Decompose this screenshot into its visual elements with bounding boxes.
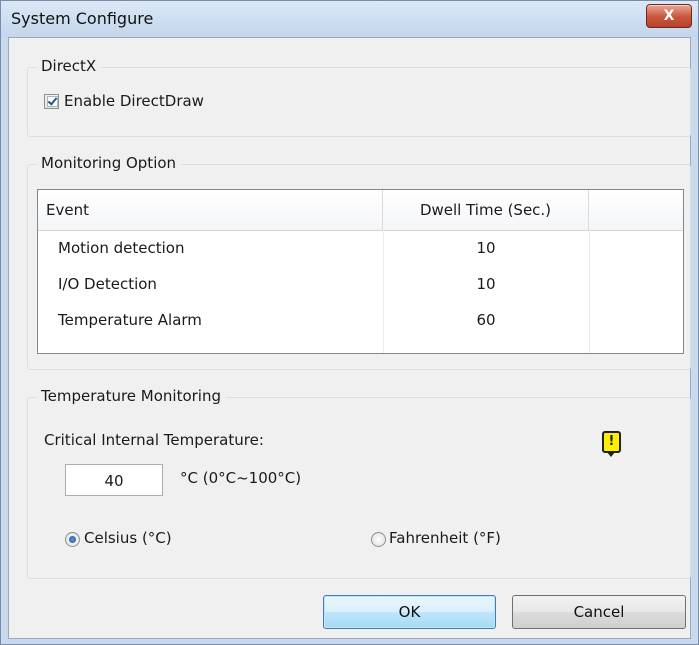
window-title: System Configure	[11, 9, 154, 28]
close-icon: X	[663, 8, 675, 24]
table-row[interactable]: I/O Detection 10	[38, 266, 683, 302]
close-button[interactable]: X	[646, 4, 692, 28]
table-row[interactable]: Temperature Alarm 60	[38, 302, 683, 338]
monitoring-option-group: Monitoring Option Event Dwell Time (Sec.…	[27, 154, 691, 370]
checkmark-icon	[47, 96, 58, 107]
enable-directdraw-label[interactable]: Enable DirectDraw	[64, 92, 204, 110]
monitoring-group-title: Monitoring Option	[36, 154, 182, 172]
event-cell: I/O Detection	[58, 275, 157, 293]
warning-icon[interactable]: !	[602, 431, 621, 457]
system-configure-dialog: System Configure X DirectX Enable Direct…	[0, 0, 699, 645]
events-list[interactable]: Event Dwell Time (Sec.) Motion detection…	[37, 189, 684, 354]
list-header: Event Dwell Time (Sec.)	[38, 190, 683, 231]
table-row[interactable]: Motion detection 10	[38, 230, 683, 266]
dwell-cell: 10	[476, 275, 496, 293]
temperature-range-label: °C (0°C~100°C)	[180, 469, 302, 487]
enable-directdraw-checkbox[interactable]	[44, 94, 59, 109]
column-header-event[interactable]: Event	[38, 190, 383, 230]
fahrenheit-radio[interactable]	[371, 532, 386, 547]
fahrenheit-label[interactable]: Fahrenheit (°F)	[389, 529, 501, 547]
temperature-input[interactable]: 40	[65, 464, 163, 496]
directx-group: DirectX Enable DirectDraw	[27, 57, 691, 137]
event-cell: Temperature Alarm	[58, 311, 202, 329]
cancel-button[interactable]: Cancel	[512, 595, 686, 629]
ok-button[interactable]: OK	[323, 595, 496, 629]
temperature-monitoring-group: Temperature Monitoring Critical Internal…	[27, 387, 691, 579]
title-bar[interactable]: System Configure X	[1, 1, 698, 37]
column-header-dwell-time[interactable]: Dwell Time (Sec.)	[383, 190, 589, 230]
dwell-cell: 10	[476, 239, 496, 257]
dialog-body: DirectX Enable DirectDraw Monitoring Opt…	[8, 37, 691, 639]
critical-temperature-label: Critical Internal Temperature:	[44, 431, 264, 449]
directx-group-title: DirectX	[36, 57, 102, 75]
column-header-empty	[589, 190, 683, 230]
celsius-radio[interactable]	[65, 532, 80, 547]
dwell-cell: 60	[476, 311, 496, 329]
event-cell: Motion detection	[58, 239, 185, 257]
temperature-group-title: Temperature Monitoring	[36, 387, 226, 405]
celsius-label[interactable]: Celsius (°C)	[84, 529, 172, 547]
